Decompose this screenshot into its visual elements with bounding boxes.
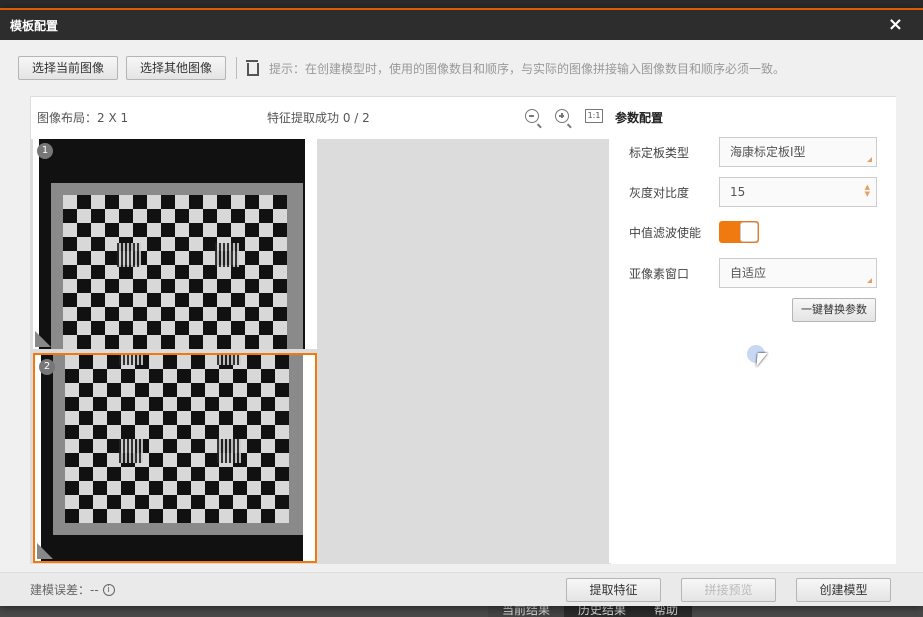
checkerboard-pattern <box>65 355 289 523</box>
subpixel-window-value: 自适应 <box>730 266 767 280</box>
dropdown-corner-icon <box>867 278 872 283</box>
param-config-panel: 参数配置 标定板类型 海康标定板I型 灰度对比度 15 ▲ ▼ 中值滤波使能 亚… <box>611 97 896 564</box>
qr-marker <box>119 439 143 463</box>
image-index-badge: 1 <box>37 143 53 159</box>
footer-actions: 提取特征 拼接预览 创建模型 <box>566 578 891 602</box>
calibration-board-image <box>39 139 305 349</box>
fit-actual-size-icon[interactable]: 1:1 <box>585 109 603 123</box>
image-area: 1 2 <box>31 139 609 564</box>
extract-feature-button[interactable]: 提取特征 <box>566 578 661 602</box>
image-panel-header: 图像布局：2 X 1 特征提取成功 0 / 2 1:1 <box>31 97 609 137</box>
dialog-footer: 建模误差：-- i 提取特征 拼接预览 创建模型 <box>0 572 923 606</box>
template-config-dialog: 模板配置 × 选择当前图像 选择其他图像 提示：在创建模型时，使用的图像数目和顺… <box>0 8 923 606</box>
param-label: 灰度对比度 <box>629 185 690 200</box>
image-index-badge: 2 <box>39 359 55 375</box>
main-panel: 图像布局：2 X 1 特征提取成功 0 / 2 1:1 1 2 参数配置 标定板… <box>30 96 896 564</box>
toggle-knob <box>740 222 758 242</box>
close-icon[interactable]: × <box>888 14 903 36</box>
spinner-arrows-icon[interactable]: ▲ ▼ <box>865 184 870 198</box>
image-thumbnail-2[interactable]: 2 <box>33 353 317 563</box>
subpixel-window-select[interactable]: 自适应 <box>719 258 877 288</box>
calibration-board-image <box>41 355 303 561</box>
replace-params-button[interactable]: 一键替换参数 <box>792 298 876 322</box>
qr-marker <box>117 243 141 267</box>
corner-marker <box>37 543 53 559</box>
param-row-median-filter: 中值滤波使能 <box>629 221 759 243</box>
feature-extract-status: 特征提取成功 0 / 2 <box>267 110 370 125</box>
zoom-in-icon[interactable] <box>555 109 569 123</box>
param-row-board-type: 标定板类型 海康标定板I型 <box>629 137 877 167</box>
select-current-image-button[interactable]: 选择当前图像 <box>18 56 119 80</box>
mouse-pointer-icon <box>756 353 768 367</box>
zoom-out-icon[interactable] <box>525 109 539 123</box>
qr-marker <box>217 355 241 365</box>
toolbar-divider <box>236 57 238 79</box>
create-model-button[interactable]: 创建模型 <box>796 578 891 602</box>
qr-marker <box>217 439 241 463</box>
gray-contrast-spinbox[interactable]: 15 ▲ ▼ <box>719 177 877 207</box>
hint-text: 提示：在创建模型时，使用的图像数目和顺序，与实际的图像拼接输入图像数目和顺序必须… <box>269 61 786 76</box>
param-row-gray-contrast: 灰度对比度 15 ▲ ▼ <box>629 177 877 207</box>
stitch-preview-button[interactable]: 拼接预览 <box>681 578 776 602</box>
param-label: 标定板类型 <box>629 145 690 160</box>
dropdown-corner-icon <box>867 157 872 162</box>
image-layout-label: 图像布局：2 X 1 <box>37 110 129 125</box>
param-row-subpixel-window: 亚像素窗口 自适应 <box>629 258 877 288</box>
trash-icon[interactable] <box>245 60 260 76</box>
image-thumbnail-1[interactable]: 1 <box>33 139 317 349</box>
model-error: 建模误差：-- i <box>30 581 115 598</box>
qr-marker <box>215 243 239 267</box>
model-error-label: 建模误差：-- <box>30 583 99 597</box>
board-type-value: 海康标定板I型 <box>730 145 806 159</box>
corner-marker <box>35 331 51 347</box>
info-icon[interactable]: i <box>102 583 115 596</box>
select-other-image-button[interactable]: 选择其他图像 <box>126 56 227 80</box>
median-filter-toggle[interactable] <box>719 221 759 243</box>
dialog-title: 模板配置 <box>10 18 59 33</box>
param-config-title: 参数配置 <box>615 111 664 125</box>
gray-contrast-value: 15 <box>730 185 746 199</box>
zoom-controls: 1:1 <box>525 109 603 123</box>
param-label: 亚像素窗口 <box>629 266 690 281</box>
param-label: 中值滤波使能 <box>629 225 702 240</box>
board-type-select[interactable]: 海康标定板I型 <box>719 137 877 167</box>
dialog-titlebar: 模板配置 × <box>0 10 923 40</box>
toolbar: 选择当前图像 选择其他图像 提示：在创建模型时，使用的图像数目和顺序，与实际的图… <box>10 50 913 86</box>
qr-marker <box>119 355 143 365</box>
checkerboard-pattern <box>63 195 287 349</box>
